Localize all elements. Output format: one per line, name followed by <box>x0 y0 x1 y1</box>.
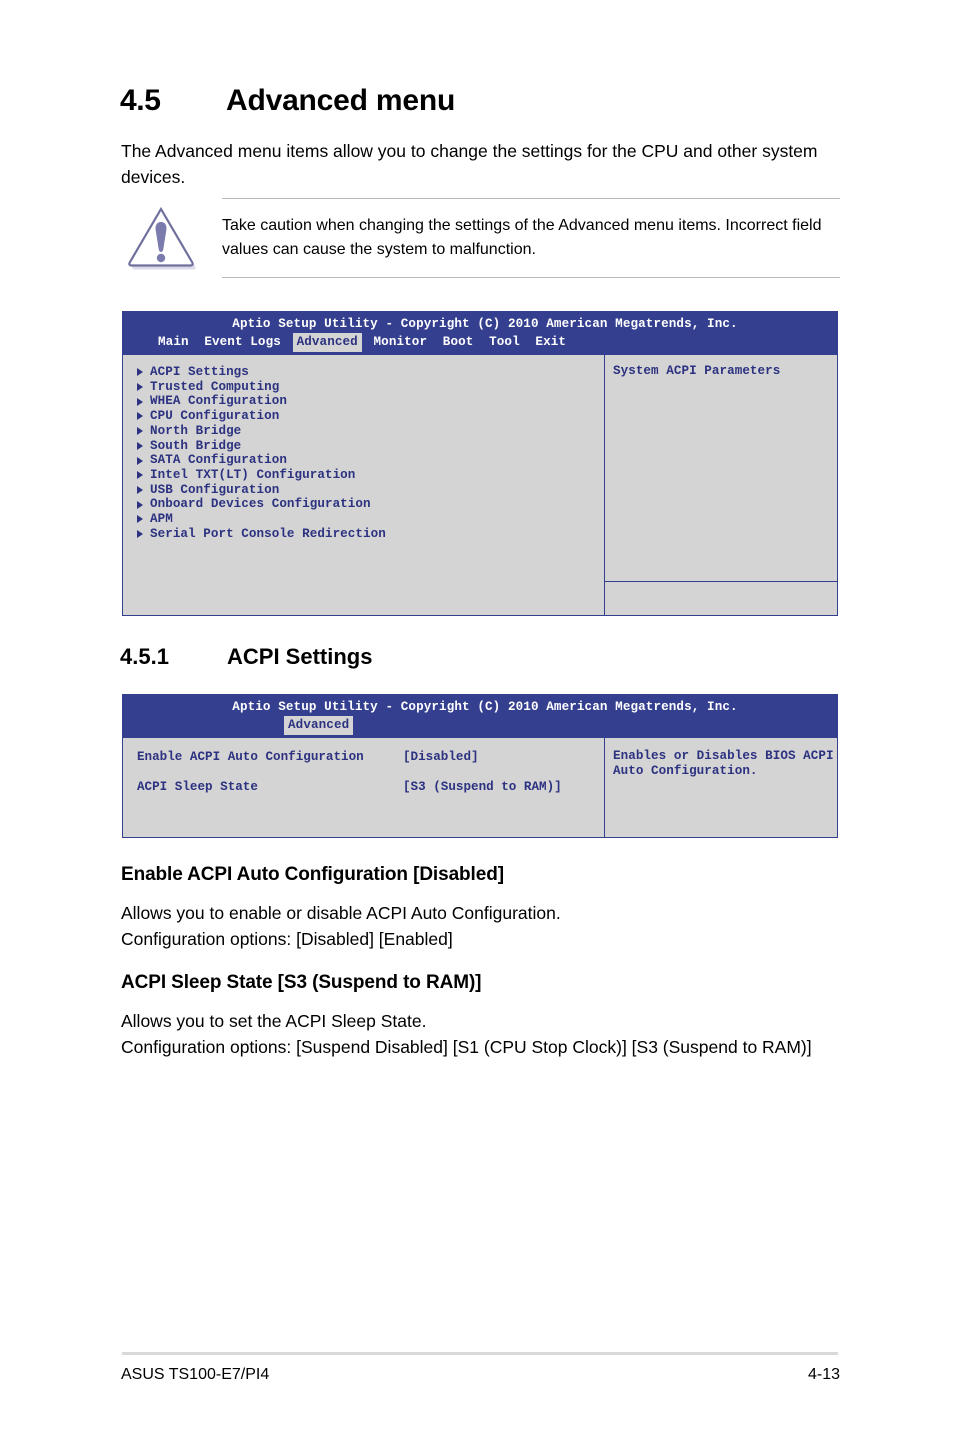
menu-item-label: South Bridge <box>150 438 242 453</box>
tab-advanced[interactable]: Advanced <box>284 716 354 735</box>
submenu-arrow-icon <box>137 368 143 377</box>
bios-help-top: Enables or Disables BIOS ACPI Auto Confi… <box>605 738 838 837</box>
menu-item-whea-configuration[interactable]: WHEA Configuration <box>137 394 596 409</box>
submenu-arrow-icon <box>137 530 143 539</box>
tab-gap <box>524 333 532 352</box>
bios-help-top: System ACPI Parameters <box>605 355 837 581</box>
menu-item-label: WHEA Configuration <box>150 394 287 409</box>
tab-tool[interactable]: Tool <box>485 333 524 352</box>
menu-item-label: Trusted Computing <box>150 379 280 394</box>
item-body-acpi-sleep-state: Allows you to set the ACPI Sleep State. … <box>121 1011 812 1057</box>
bios-field-list: Enable ACPI Auto Configuration [Disabled… <box>123 738 604 837</box>
section-intro-text: The Advanced menu items allow you to cha… <box>121 141 818 187</box>
subsection-title: 4.5.1 ACPI Settings <box>120 644 840 670</box>
tab-gap <box>193 333 201 352</box>
bios-screenshot-advanced: Aptio Setup Utility - Copyright (C) 2010… <box>122 311 838 616</box>
tab-gap <box>477 333 485 352</box>
menu-item-trusted-computing[interactable]: Trusted Computing <box>137 380 596 395</box>
bios-help-bottom <box>605 581 837 615</box>
tab-advanced[interactable]: Advanced <box>292 333 362 352</box>
menu-item-south-bridge[interactable]: South Bridge <box>137 439 596 454</box>
menu-item-intel-txt-configuration[interactable]: Intel TXT(LT) Configuration <box>137 468 596 483</box>
tab-event-logs[interactable]: Event Logs <box>200 333 285 352</box>
footer-page-number: 4-13 <box>807 1366 840 1383</box>
section-title: Advanced menu <box>226 84 456 117</box>
tab-gap <box>285 333 293 352</box>
menu-item-label: CPU Configuration <box>150 409 280 424</box>
bios-help-panel: Enables or Disables BIOS ACPI Auto Confi… <box>604 738 838 837</box>
menu-item-label: Onboard Devices Configuration <box>150 497 371 512</box>
submenu-arrow-icon <box>137 383 143 392</box>
warning-triangle-icon <box>124 204 200 272</box>
menu-item-apm[interactable]: APM <box>137 512 596 527</box>
bios-tab-bar: Advanced <box>122 716 838 738</box>
submenu-arrow-icon <box>137 485 143 494</box>
tab-boot[interactable]: Boot <box>439 333 478 352</box>
field-value: [S3 (Suspend to RAM)] <box>403 780 562 794</box>
bios-title: Aptio Setup Utility - Copyright (C) 2010… <box>232 317 738 331</box>
bios-help-panel: System ACPI Parameters <box>604 355 837 615</box>
submenu-arrow-icon <box>137 500 143 509</box>
bios-header: Aptio Setup Utility - Copyright (C) 2010… <box>122 694 838 738</box>
menu-item-onboard-devices-configuration[interactable]: Onboard Devices Configuration <box>137 497 596 512</box>
menu-item-label: USB Configuration <box>150 482 280 497</box>
footer-product-name: ASUS TS100-E7/PI4 <box>121 1366 270 1383</box>
tab-gap <box>362 333 370 352</box>
menu-item-label: Serial Port Console Redirection <box>150 526 386 541</box>
bios-help-text-line2: Auto Configuration. <box>613 763 758 778</box>
menu-item-usb-configuration[interactable]: USB Configuration <box>137 483 596 498</box>
menu-item-label: Intel TXT(LT) Configuration <box>150 467 356 482</box>
bios-menu-list: ACPI Settings Trusted Computing WHEA Con… <box>123 355 604 615</box>
field-value: [Disabled] <box>403 750 479 764</box>
item-body-enable-acpi-auto-configuration: Allows you to enable or disable ACPI Aut… <box>121 903 561 949</box>
section-number: 4.5 <box>120 84 161 117</box>
menu-item-north-bridge[interactable]: North Bridge <box>137 424 596 439</box>
item-heading-acpi-sleep-state: ACPI Sleep State [S3 (Suspend to RAM)] <box>121 972 482 993</box>
subsection-title-text: ACPI Settings <box>227 644 373 669</box>
menu-item-serial-port-console-redirection[interactable]: Serial Port Console Redirection <box>137 527 596 542</box>
menu-item-cpu-configuration[interactable]: CPU Configuration <box>137 409 596 424</box>
menu-item-acpi-settings[interactable]: ACPI Settings <box>137 365 596 380</box>
tab-monitor[interactable]: Monitor <box>370 333 432 352</box>
menu-item-sata-configuration[interactable]: SATA Configuration <box>137 453 596 468</box>
submenu-arrow-icon <box>137 515 143 524</box>
submenu-arrow-icon <box>137 427 143 436</box>
field-label: ACPI Sleep State <box>137 780 258 794</box>
bios-help-text-line1: Enables or Disables BIOS ACPI <box>613 749 834 763</box>
bios-tab-bar: Main Event Logs Advanced Monitor Boot To… <box>122 333 838 355</box>
field-enable-acpi-auto-configuration[interactable]: Enable ACPI Auto Configuration [Disabled… <box>137 750 596 765</box>
menu-item-label: North Bridge <box>150 423 242 438</box>
submenu-arrow-icon <box>137 412 143 421</box>
bios-header: Aptio Setup Utility - Copyright (C) 2010… <box>122 311 838 355</box>
page-title: 4.5 Advanced menu <box>120 84 840 118</box>
tab-gap <box>431 333 439 352</box>
field-acpi-sleep-state[interactable]: ACPI Sleep State [S3 (Suspend to RAM)] <box>137 780 596 795</box>
caution-note-body: Take caution when changing the settings … <box>222 198 840 278</box>
tab-exit[interactable]: Exit <box>531 333 570 352</box>
bios-help-text: System ACPI Parameters <box>613 364 781 378</box>
bios-screenshot-acpi-settings: Aptio Setup Utility - Copyright (C) 2010… <box>122 694 838 838</box>
bios-body: Enable ACPI Auto Configuration [Disabled… <box>122 738 838 838</box>
bios-title: Aptio Setup Utility - Copyright (C) 2010… <box>232 700 738 714</box>
field-label: Enable ACPI Auto Configuration <box>137 750 364 764</box>
caution-note-text: Take caution when changing the settings … <box>222 217 822 258</box>
submenu-arrow-icon <box>137 456 143 465</box>
item-heading-enable-acpi-auto-configuration: Enable ACPI Auto Configuration [Disabled… <box>121 864 504 885</box>
submenu-arrow-icon <box>137 441 143 450</box>
subsection-number: 4.5.1 <box>120 644 169 669</box>
footer-divider <box>122 1352 838 1355</box>
menu-item-label: ACPI Settings <box>150 365 249 379</box>
submenu-arrow-icon <box>137 471 143 480</box>
tab-main[interactable]: Main <box>154 333 193 352</box>
caution-note: Take caution when changing the settings … <box>124 198 840 278</box>
bios-body: ACPI Settings Trusted Computing WHEA Con… <box>122 355 838 616</box>
manual-page: 4.5 Advanced menu The Advanced menu item… <box>0 0 954 1438</box>
menu-item-label: APM <box>150 512 173 527</box>
submenu-arrow-icon <box>137 397 143 406</box>
menu-item-label: SATA Configuration <box>150 453 287 468</box>
